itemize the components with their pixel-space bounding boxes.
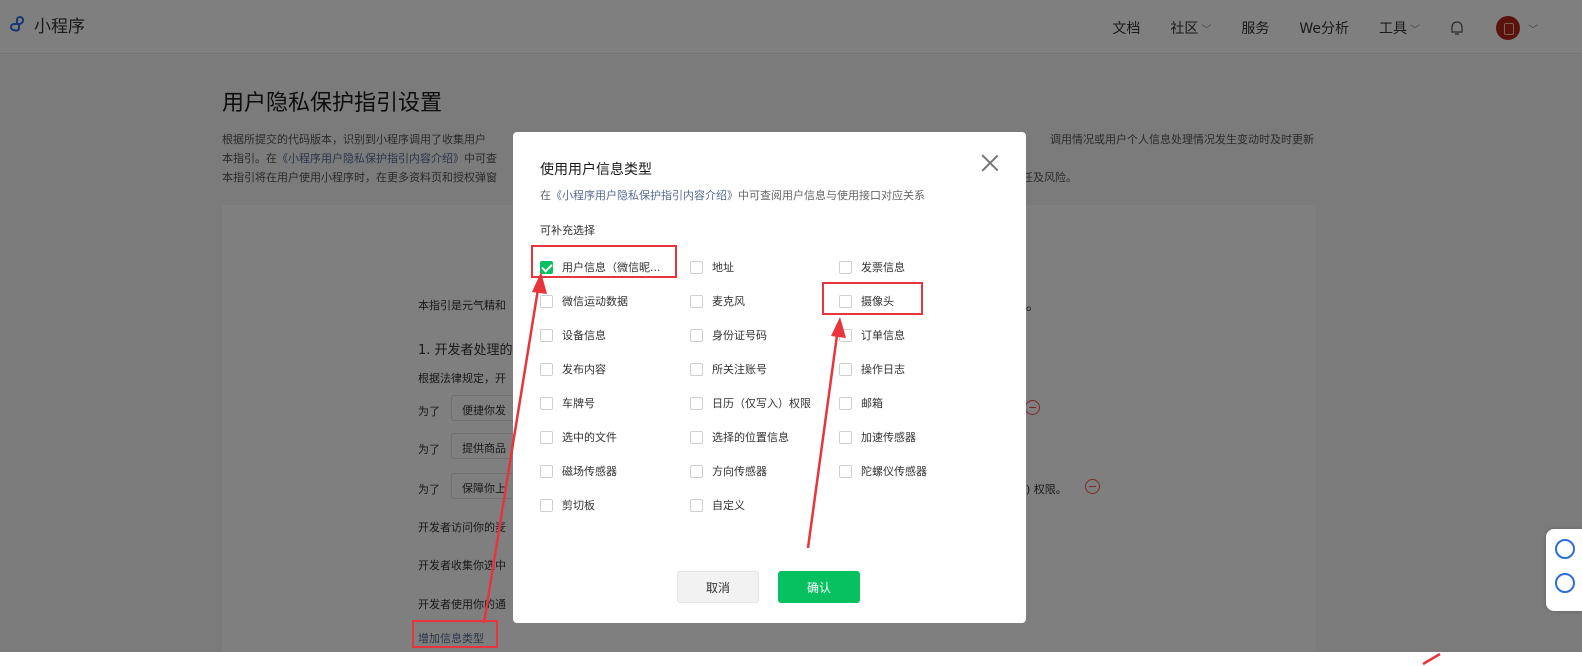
checkbox-icon[interactable] xyxy=(540,396,553,410)
option-label: 发票信息 xyxy=(861,261,905,274)
section-label: 可补充选择 xyxy=(540,224,595,237)
annotation-box-camera xyxy=(822,282,923,315)
dialog-title: 使用用户信息类型 xyxy=(540,162,652,178)
option-item[interactable]: 邮箱 xyxy=(839,393,883,413)
info-type-dialog: 使用用户信息类型 在《小程序用户隐私保护指引内容介绍》中可查阅用户信息与使用接口… xyxy=(513,132,1026,623)
checkbox-icon[interactable] xyxy=(540,328,553,342)
option-label: 日历（仅写入）权限 xyxy=(712,397,811,410)
help-icon[interactable] xyxy=(1555,539,1575,559)
feedback-icon[interactable] xyxy=(1555,573,1575,593)
option-label: 剪切板 xyxy=(562,499,595,512)
checkbox-icon[interactable] xyxy=(690,362,703,376)
option-item[interactable]: 日历（仅写入）权限 xyxy=(690,393,811,413)
dialog-hint: 在《小程序用户隐私保护指引内容介绍》中可查阅用户信息与使用接口对应关系 xyxy=(540,187,925,203)
option-item[interactable]: 操作日志 xyxy=(839,359,905,379)
checkbox-icon[interactable] xyxy=(690,328,703,342)
option-label: 麦克风 xyxy=(712,295,745,308)
option-item[interactable]: 微信运动数据 xyxy=(540,291,628,311)
option-item[interactable]: 剪切板 xyxy=(540,495,595,515)
option-label: 地址 xyxy=(712,261,734,274)
option-item[interactable]: 加速传感器 xyxy=(839,427,916,447)
option-item[interactable]: 磁场传感器 xyxy=(540,461,617,481)
bottom-strip xyxy=(0,652,1582,666)
hint-prefix: 在 xyxy=(540,189,551,202)
option-label: 选择的位置信息 xyxy=(712,431,789,444)
option-item[interactable]: 地址 xyxy=(690,257,734,277)
option-item[interactable]: 所关注账号 xyxy=(690,359,767,379)
checkbox-icon[interactable] xyxy=(690,498,703,512)
option-item[interactable]: 麦克风 xyxy=(690,291,745,311)
close-icon[interactable] xyxy=(980,153,1000,173)
checkbox-icon[interactable] xyxy=(540,430,553,444)
option-label: 操作日志 xyxy=(861,363,905,376)
option-item[interactable]: 陀螺仪传感器 xyxy=(839,461,927,481)
checkbox-icon[interactable] xyxy=(839,430,852,444)
option-label: 邮箱 xyxy=(861,397,883,410)
intro-link[interactable]: 《小程序用户隐私保护指引内容介绍》 xyxy=(551,189,738,202)
option-item[interactable]: 选中的文件 xyxy=(540,427,617,447)
checkbox-icon[interactable] xyxy=(839,362,852,376)
option-item[interactable]: 身份证号码 xyxy=(690,325,767,345)
option-label: 微信运动数据 xyxy=(562,295,628,308)
annotation-box-user-info xyxy=(531,245,677,278)
option-item[interactable]: 订单信息 xyxy=(839,325,905,345)
side-float-toolbar xyxy=(1546,529,1582,611)
option-label: 自定义 xyxy=(712,499,745,512)
option-label: 身份证号码 xyxy=(712,329,767,342)
option-label: 方向传感器 xyxy=(712,465,767,478)
option-item[interactable]: 选择的位置信息 xyxy=(690,427,789,447)
option-label: 发布内容 xyxy=(562,363,606,376)
option-label: 订单信息 xyxy=(861,329,905,342)
option-item[interactable]: 自定义 xyxy=(690,495,745,515)
option-item[interactable]: 发布内容 xyxy=(540,359,606,379)
cancel-button[interactable]: 取消 xyxy=(677,571,759,603)
checkbox-icon[interactable] xyxy=(540,498,553,512)
checkbox-icon[interactable] xyxy=(690,294,703,308)
checkbox-icon[interactable] xyxy=(540,464,553,478)
checkbox-icon[interactable] xyxy=(839,396,852,410)
option-label: 选中的文件 xyxy=(562,431,617,444)
option-label: 车牌号 xyxy=(562,397,595,410)
option-label: 加速传感器 xyxy=(861,431,916,444)
checkbox-icon[interactable] xyxy=(690,396,703,410)
checkbox-icon[interactable] xyxy=(540,362,553,376)
option-item[interactable]: 方向传感器 xyxy=(690,461,767,481)
checkbox-icon[interactable] xyxy=(690,260,703,274)
option-label: 陀螺仪传感器 xyxy=(861,465,927,478)
checkbox-icon[interactable] xyxy=(540,294,553,308)
option-label: 设备信息 xyxy=(562,329,606,342)
option-item[interactable]: 发票信息 xyxy=(839,257,905,277)
checkbox-icon[interactable] xyxy=(690,430,703,444)
checkbox-icon[interactable] xyxy=(839,328,852,342)
option-label: 所关注账号 xyxy=(712,363,767,376)
hint-suffix: 中可查阅用户信息与使用接口对应关系 xyxy=(738,189,925,202)
option-item[interactable]: 车牌号 xyxy=(540,393,595,413)
option-item[interactable]: 设备信息 xyxy=(540,325,606,345)
checkbox-icon[interactable] xyxy=(839,260,852,274)
annotation-box-add-type xyxy=(412,620,498,648)
checkbox-icon[interactable] xyxy=(839,464,852,478)
checkbox-icon[interactable] xyxy=(690,464,703,478)
option-label: 磁场传感器 xyxy=(562,465,617,478)
confirm-button[interactable]: 确认 xyxy=(778,571,860,603)
